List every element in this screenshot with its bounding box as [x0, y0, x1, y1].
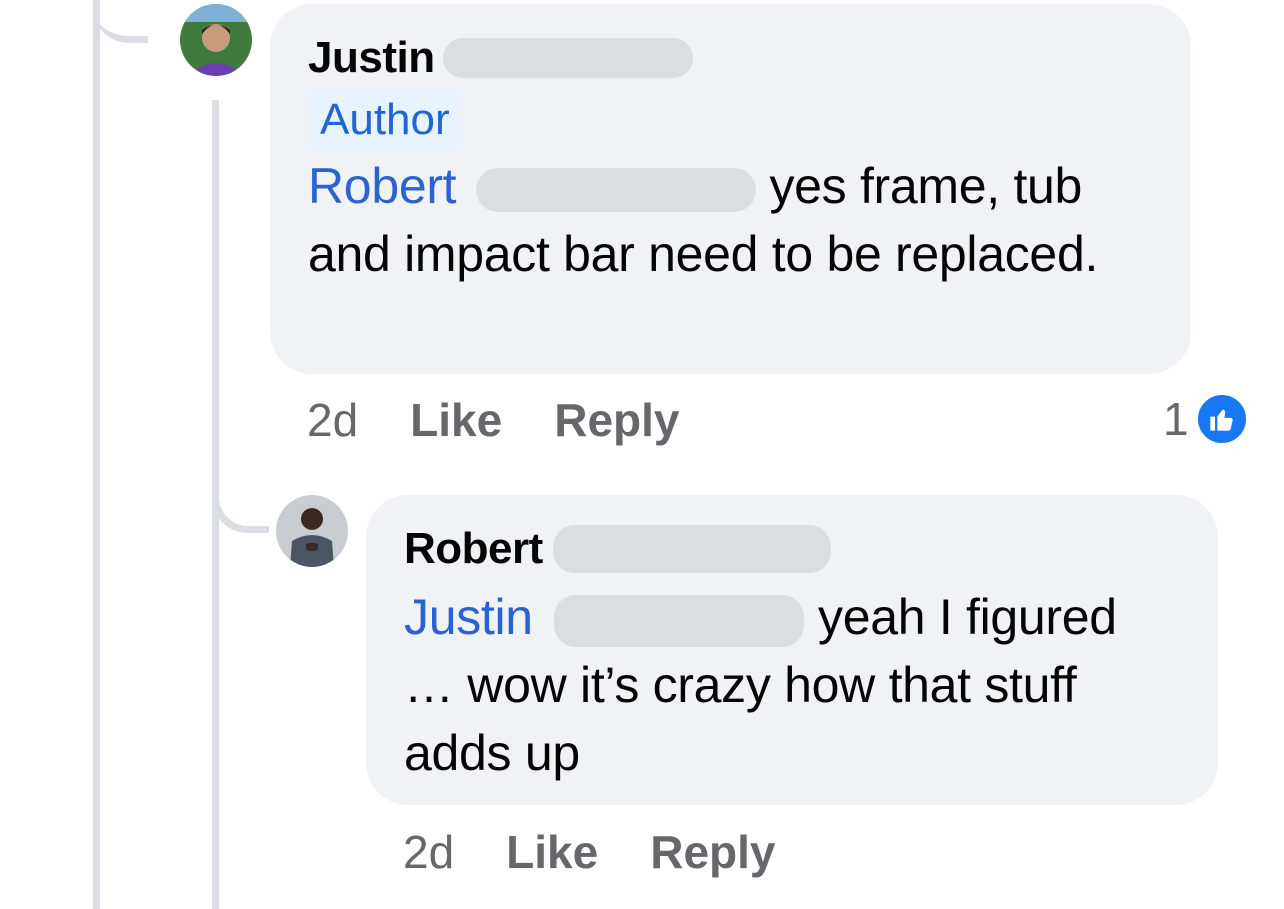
- timestamp[interactable]: 2d: [403, 825, 454, 879]
- outer-thread-line: [93, 0, 100, 909]
- comment-bubble[interactable]: Justin Author Robert yes frame, tub and …: [270, 4, 1191, 374]
- like-button[interactable]: Like: [410, 393, 502, 447]
- author-badge: Author: [308, 90, 462, 150]
- outer-thread-curve: [93, 0, 148, 43]
- comment-text: Justin yeah I figured … wow it’s crazy h…: [404, 583, 1180, 787]
- reply-thread-curve: [212, 440, 269, 533]
- avatar[interactable]: [180, 4, 252, 76]
- comment-actions: 2d Like Reply: [307, 393, 731, 447]
- reaction-count: 1: [1163, 393, 1189, 445]
- redacted-surname: [442, 38, 693, 78]
- mention-link[interactable]: Robert: [308, 158, 457, 214]
- redacted-mention-surname: [475, 167, 756, 212]
- like-button[interactable]: Like: [506, 825, 598, 879]
- reaction-summary[interactable]: 1: [1163, 392, 1249, 446]
- thumbs-up-icon: [1194, 392, 1249, 446]
- reply-button[interactable]: Reply: [554, 393, 679, 447]
- comment-author[interactable]: Justin: [308, 33, 435, 83]
- redacted-surname: [552, 525, 831, 573]
- comment-bubble[interactable]: Robert Justin yeah I figured … wow it’s …: [366, 495, 1218, 805]
- redacted-mention-surname: [554, 594, 805, 647]
- comment-author[interactable]: Robert: [404, 524, 543, 574]
- avatar[interactable]: [276, 495, 348, 567]
- comment-actions: 2d Like Reply: [403, 825, 827, 879]
- mention-link[interactable]: Justin: [404, 589, 533, 645]
- timestamp[interactable]: 2d: [307, 393, 358, 447]
- comment-text: Robert yes frame, tub and impact bar nee…: [308, 152, 1153, 288]
- reply-button[interactable]: Reply: [650, 825, 775, 879]
